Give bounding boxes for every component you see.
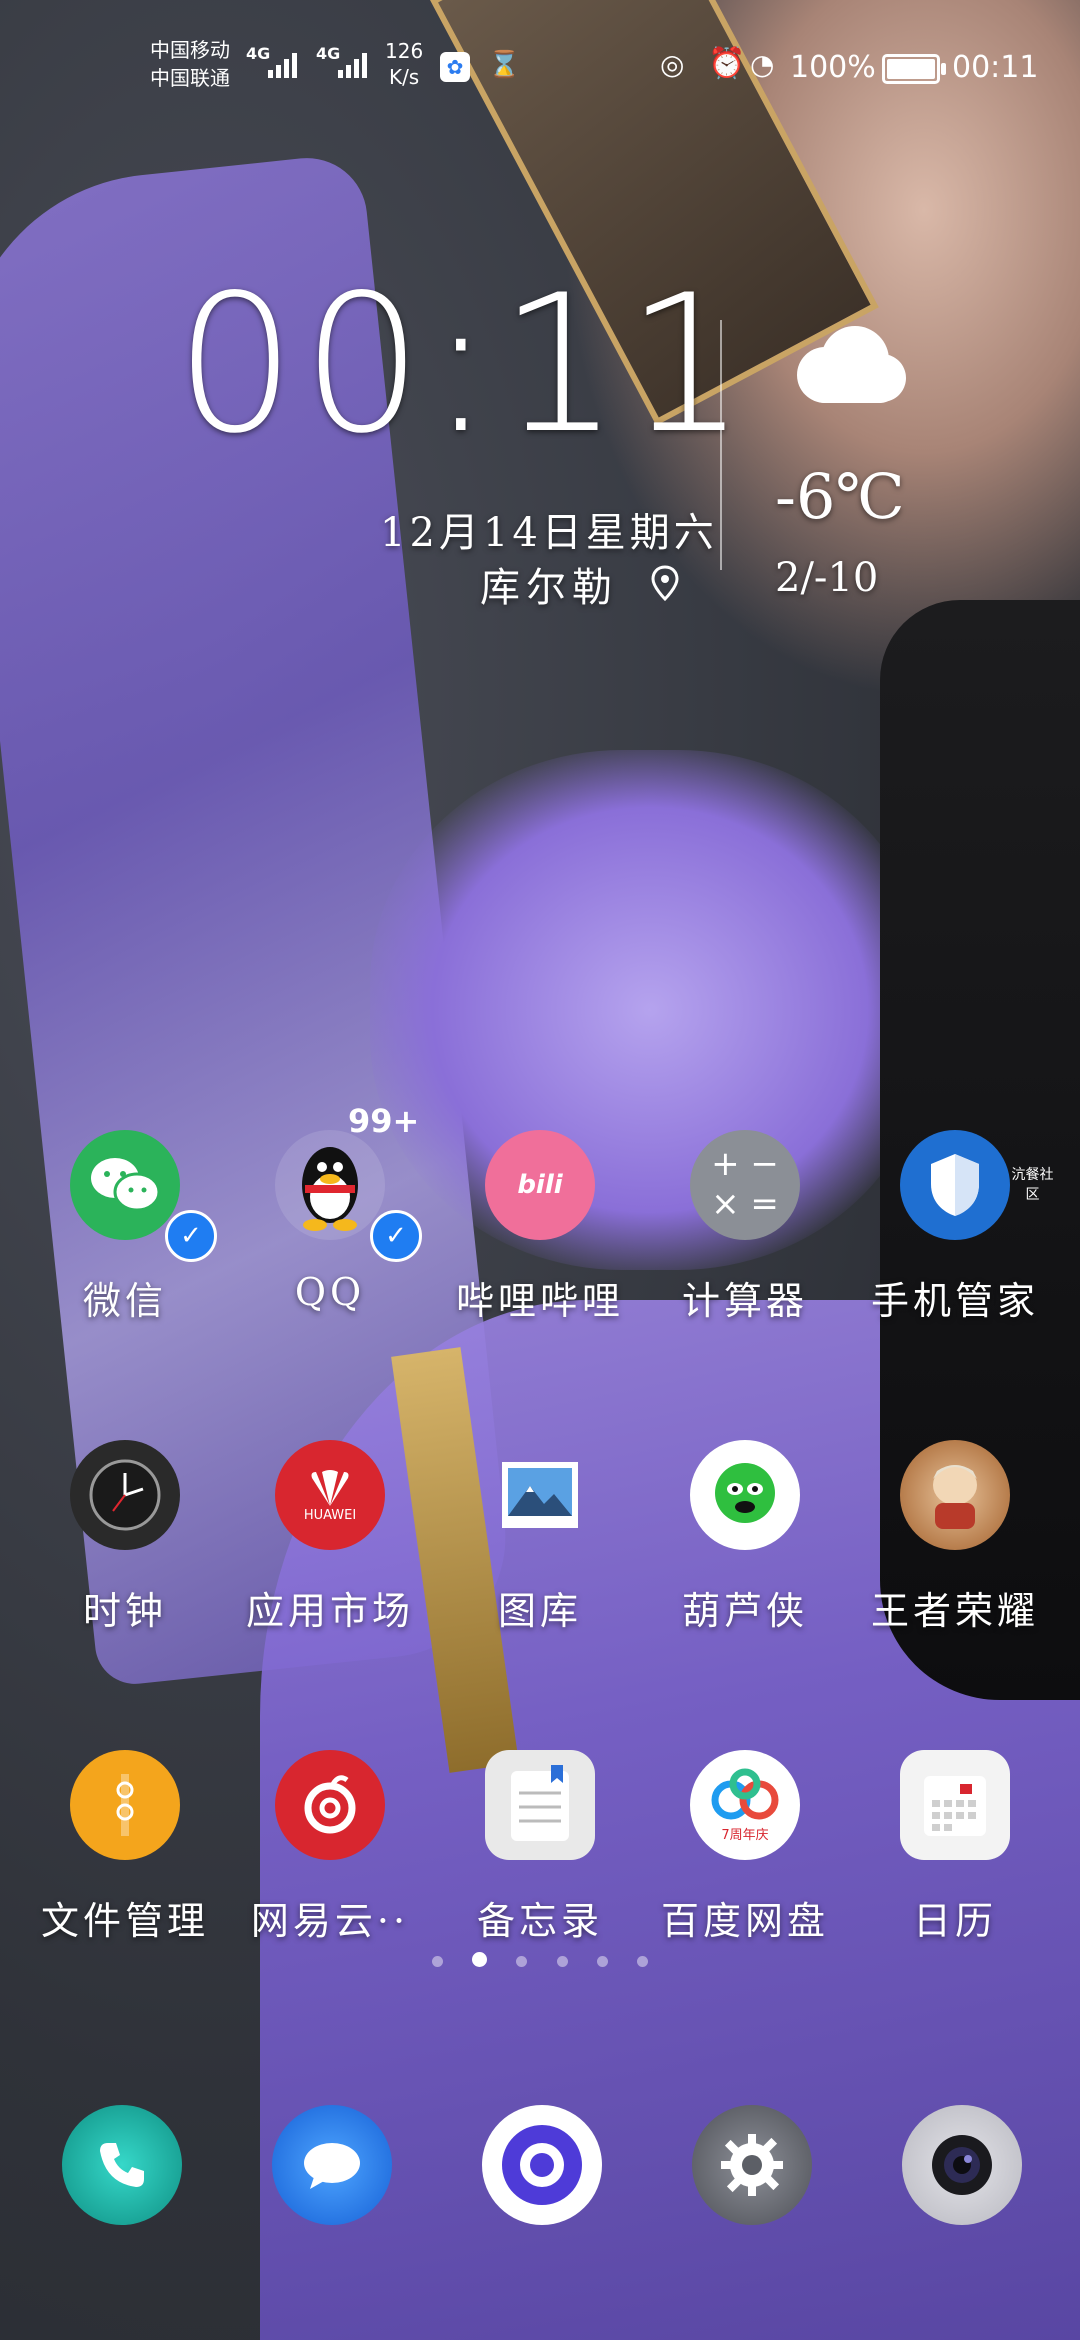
- carrier-2: 中国联通: [150, 66, 230, 90]
- eye-comfort-icon: ◎: [660, 48, 685, 81]
- app-label: 应用市场: [245, 1589, 414, 1633]
- app-label: 日历: [912, 1899, 997, 1943]
- app-label: 王者荣耀: [870, 1589, 1039, 1633]
- app-huluxia[interactable]: 葫芦侠: [645, 1440, 845, 1680]
- app-label: QQ: [294, 1270, 366, 1314]
- bilibili-icon: bili: [485, 1130, 595, 1240]
- widget-date: 12月14日星期六: [380, 510, 718, 556]
- huawei-appgallery-icon: HUAWEI: [275, 1440, 385, 1550]
- gallery-icon: [485, 1440, 595, 1550]
- app-label: 葫芦侠: [681, 1589, 808, 1633]
- page-dot[interactable]: [636, 1956, 648, 1967]
- icon-sub-text: 7周年庆: [721, 1827, 769, 1843]
- app-appgallery[interactable]: HUAWEI 应用市场: [230, 1440, 430, 1680]
- alarm-icon: ⏰: [708, 46, 746, 81]
- baidu-netdisk-icon: 7周年庆: [690, 1750, 800, 1860]
- app-label: 图库: [497, 1589, 582, 1633]
- network-type-1: 4G: [246, 44, 271, 63]
- app-label: 哔哩哔哩: [455, 1279, 624, 1323]
- settings-icon[interactable]: [692, 2105, 812, 2225]
- carrier-names: 中国移动 中国联通: [150, 36, 230, 92]
- page-dot[interactable]: [432, 1956, 444, 1967]
- widget-temperature: -6℃: [775, 460, 905, 533]
- carrier-1: 中国移动: [150, 38, 230, 62]
- app-notification-icon: ✿: [440, 52, 470, 82]
- app-label: 微信: [82, 1279, 167, 1323]
- speedometer-icon: ◔: [750, 48, 775, 81]
- camera-icon[interactable]: [902, 2105, 1022, 2225]
- netease-music-icon: [275, 1750, 385, 1860]
- app-label: 文件管理: [40, 1899, 209, 1943]
- app-label: 备忘录: [476, 1899, 603, 1943]
- status-bar: 中国移动 中国联通 4G 4G 126 K/s ✿ ⌛ ◎ ⏰ ◔ 100% 0…: [0, 0, 1080, 120]
- app-gallery[interactable]: 图库: [440, 1440, 640, 1680]
- location-pin-icon: [651, 565, 679, 611]
- widget-divider: [720, 320, 722, 570]
- cloud-icon: [780, 320, 910, 414]
- hourglass-icon: ⌛: [488, 50, 521, 80]
- icon-sub-text: HUAWEI: [303, 1507, 357, 1523]
- notes-icon: [485, 1750, 595, 1860]
- page-dot[interactable]: [556, 1956, 568, 1967]
- app-calculator[interactable]: + − × = 计算器: [645, 1130, 845, 1370]
- speed-unit: K/s: [388, 65, 420, 89]
- app-clock[interactable]: 时钟: [25, 1440, 225, 1680]
- app-wechat[interactable]: ✓ 微信: [25, 1130, 225, 1370]
- app-label: 网易云··: [250, 1899, 410, 1943]
- verified-badge-icon: ✓: [165, 1210, 217, 1262]
- status-time: 00:11: [952, 50, 1039, 85]
- battery-percent: 100%: [790, 50, 876, 85]
- huluxia-icon: [690, 1440, 800, 1550]
- calculator-icon: + − × =: [690, 1130, 800, 1240]
- qq-icon: [275, 1130, 385, 1240]
- app-phone-manager[interactable]: 沆餐社区 手机管家: [855, 1130, 1055, 1370]
- page-dot[interactable]: [516, 1956, 528, 1967]
- battery-icon: [882, 54, 946, 84]
- honor-of-kings-icon: [900, 1440, 1010, 1550]
- speed-value: 126: [385, 39, 424, 63]
- page-dot-active[interactable]: [472, 1952, 488, 1967]
- app-label: 百度网盘: [660, 1899, 829, 1943]
- calendar-icon: [900, 1750, 1010, 1860]
- widget-clock: 00:11: [175, 254, 753, 475]
- app-label: 时钟: [82, 1589, 167, 1633]
- app-honor-of-kings[interactable]: 王者荣耀: [855, 1440, 1055, 1680]
- widget-temp-range: 2/-10: [775, 555, 879, 601]
- files-icon: [70, 1750, 180, 1860]
- network-speed: 126 K/s: [385, 38, 423, 90]
- messages-icon[interactable]: [272, 2105, 392, 2225]
- app-bilibili[interactable]: bili 哔哩哔哩: [440, 1130, 640, 1370]
- phone-icon[interactable]: [62, 2105, 182, 2225]
- clock-icon: [70, 1440, 180, 1550]
- widget-location: 库尔勒: [480, 555, 679, 613]
- app-label: 计算器: [681, 1279, 808, 1323]
- page-indicator[interactable]: [0, 1952, 1080, 1971]
- widget-location-name: 库尔勒: [480, 565, 618, 611]
- wechat-icon: [70, 1130, 180, 1240]
- corner-text: 沆餐社区: [1011, 1167, 1054, 1203]
- signal-icon-2: [338, 52, 372, 85]
- verified-badge-icon: ✓: [370, 1210, 422, 1262]
- shield-icon: [900, 1130, 1010, 1240]
- network-type-2: 4G: [316, 44, 341, 63]
- app-qq[interactable]: 99+ ✓ QQ: [230, 1102, 430, 1370]
- notification-badge: 99+: [348, 1102, 420, 1140]
- app-label: 手机管家: [870, 1279, 1039, 1323]
- page-dot[interactable]: [596, 1956, 608, 1967]
- signal-icon-1: [268, 52, 302, 85]
- browser-icon[interactable]: [482, 2105, 602, 2225]
